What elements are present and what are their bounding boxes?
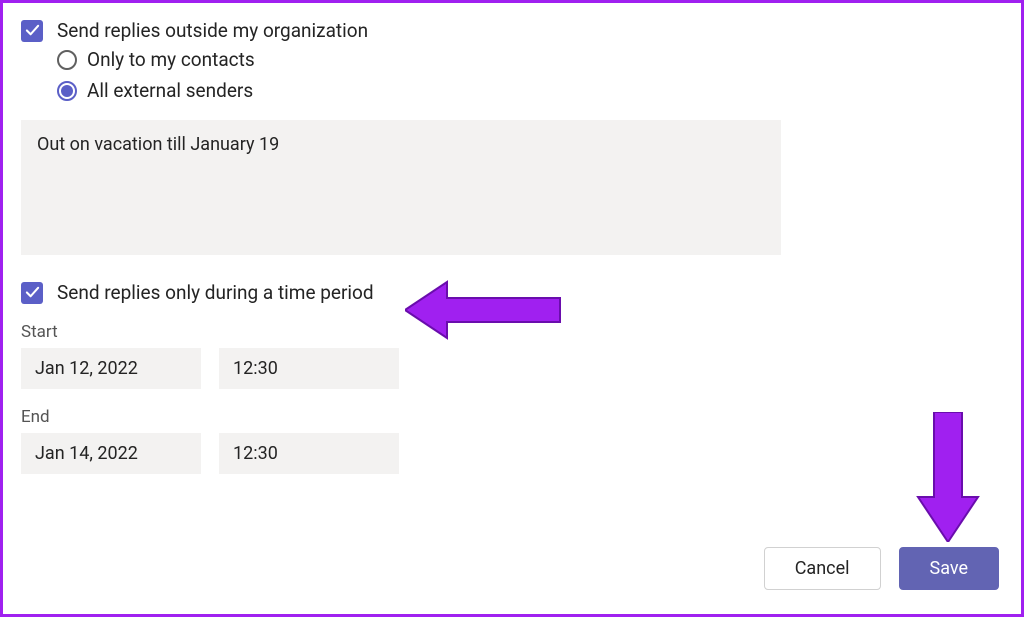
radio-contacts-button[interactable] xyxy=(57,50,77,70)
time-period-checkbox[interactable] xyxy=(21,282,43,304)
start-time-input[interactable] xyxy=(219,348,399,389)
radio-all-label: All external senders xyxy=(87,79,253,102)
end-label: End xyxy=(21,407,1003,427)
send-outside-checkbox[interactable] xyxy=(21,20,43,42)
start-datetime-row xyxy=(21,348,1003,389)
send-outside-label: Send replies outside my organization xyxy=(57,19,368,42)
end-datetime-row xyxy=(21,433,1003,474)
radio-contacts-row[interactable]: Only to my contacts xyxy=(57,48,1003,71)
action-buttons: Cancel Save xyxy=(764,547,999,590)
checkmark-icon xyxy=(25,285,40,300)
end-time-input[interactable] xyxy=(219,433,399,474)
checkmark-icon xyxy=(25,23,40,38)
radio-contacts-label: Only to my contacts xyxy=(87,48,255,71)
radio-all-row[interactable]: All external senders xyxy=(57,79,1003,102)
external-sender-radio-group: Only to my contacts All external senders xyxy=(57,48,1003,102)
cancel-button[interactable]: Cancel xyxy=(764,547,881,590)
time-period-label: Send replies only during a time period xyxy=(57,281,374,304)
send-outside-row: Send replies outside my organization xyxy=(21,19,1003,42)
annotation-arrow-icon xyxy=(908,412,988,542)
time-period-row: Send replies only during a time period xyxy=(21,281,1003,304)
save-button[interactable]: Save xyxy=(899,547,1000,590)
start-label: Start xyxy=(21,322,1003,342)
auto-reply-message-input[interactable] xyxy=(21,120,781,255)
radio-selected-icon xyxy=(61,85,73,97)
end-date-input[interactable] xyxy=(21,433,201,474)
start-date-input[interactable] xyxy=(21,348,201,389)
radio-all-button[interactable] xyxy=(57,81,77,101)
